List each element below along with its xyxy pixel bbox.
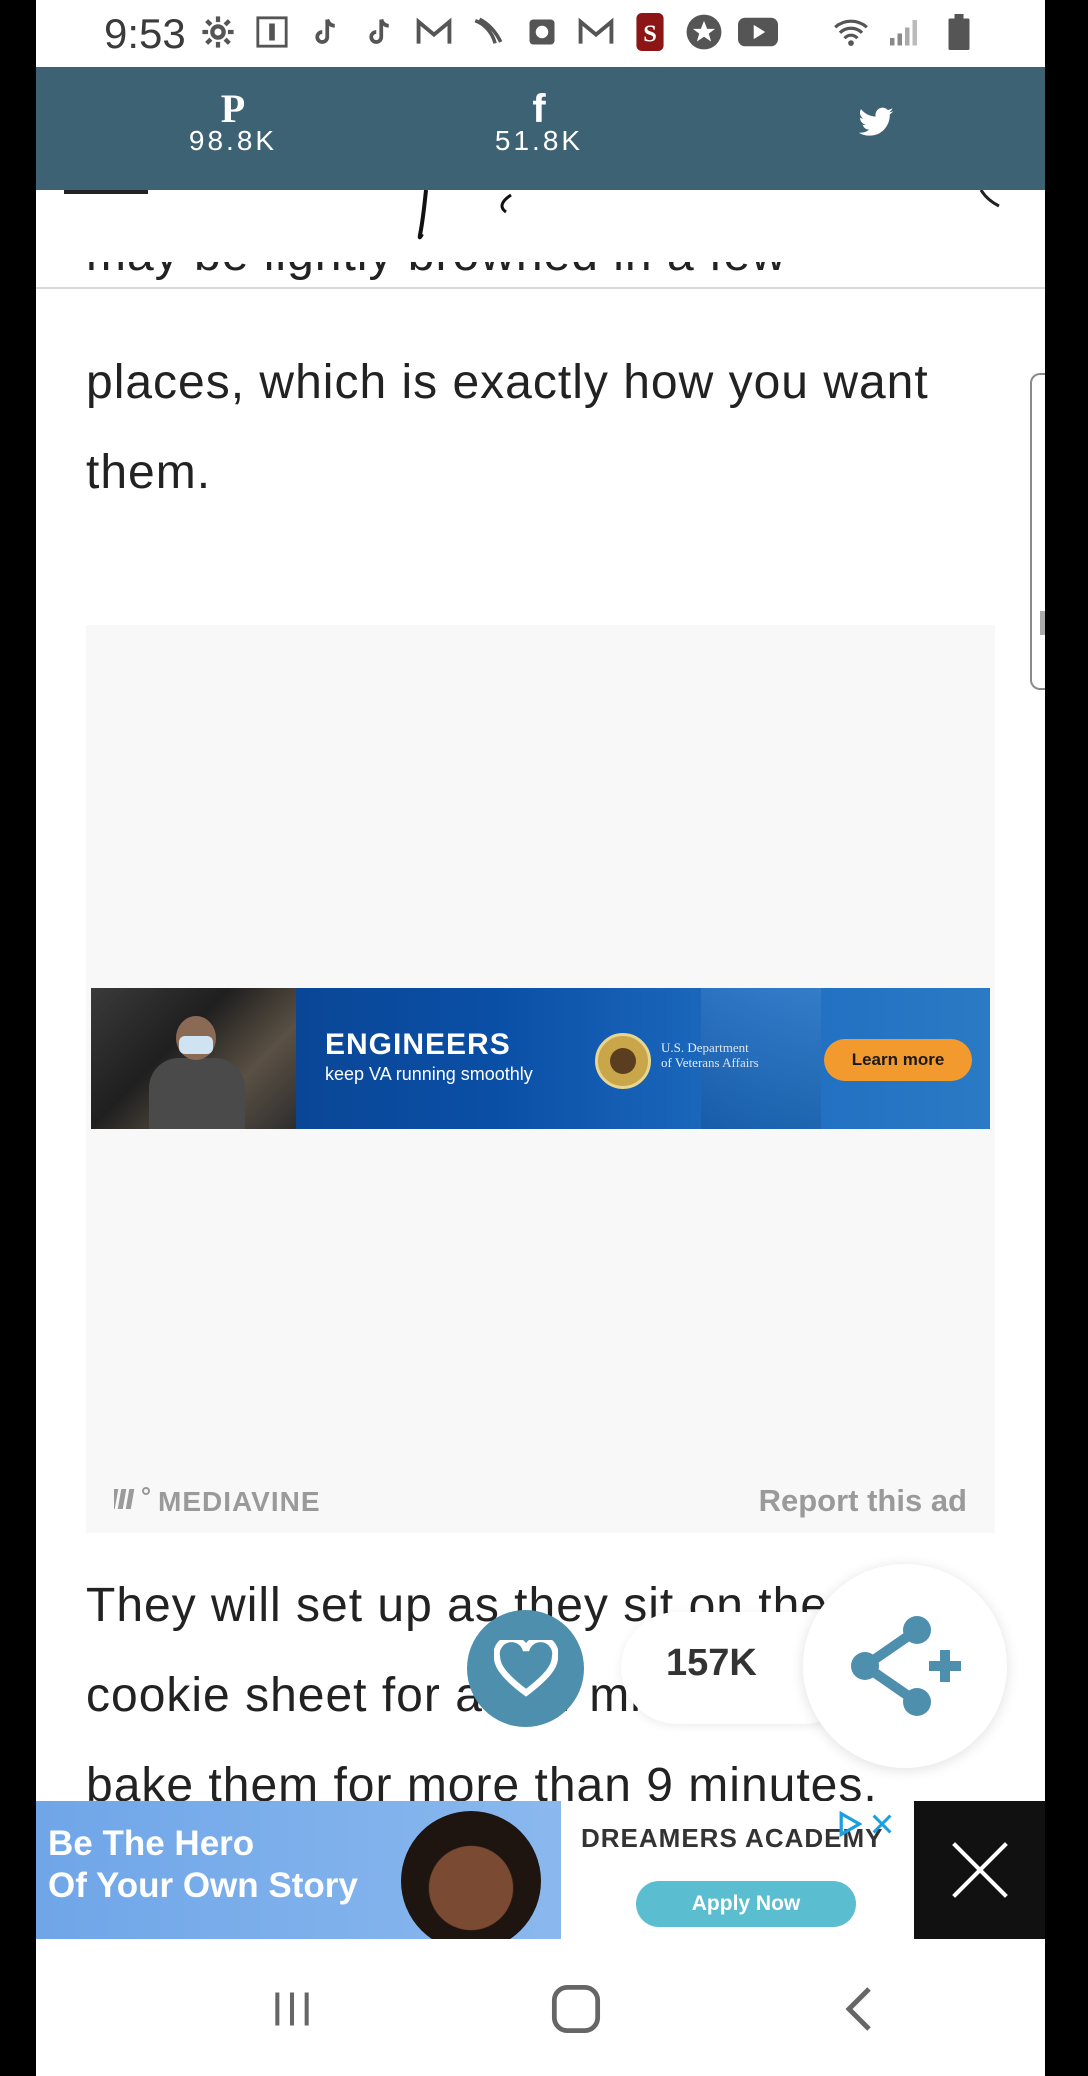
notification-icons: S [198,12,778,52]
favorite-button[interactable] [467,1610,584,1727]
menu-icon[interactable] [64,190,148,194]
phone-frame: 9:53 S P 98.8K f 51.8K places, which is … [0,0,1088,2076]
recent-apps-button[interactable] [262,1979,322,2039]
home-button[interactable] [546,1979,606,2039]
home-icon [551,1984,601,2034]
display-ad-container: ENGINEERS keep VA running smoothly U.S. … [86,625,995,1533]
stanford-icon: S [630,12,670,52]
screen: 9:53 S P 98.8K f 51.8K places, which is … [36,0,1045,2076]
info-box-icon [252,12,292,52]
scrollbar[interactable] [1030,373,1045,690]
heart-icon [493,1639,558,1697]
close-icon [951,1842,1008,1898]
recent-apps-icon [275,1992,309,2026]
back-button[interactable] [829,1979,889,2039]
wifi-icon [831,12,871,52]
ad-person-photo [401,1811,541,1939]
ad-person [149,1058,245,1129]
learn-more-button[interactable]: Learn more [824,1039,972,1081]
gear-icon [198,12,238,52]
tiktok-icon [360,12,400,52]
svg-text:S: S [643,20,657,47]
va-seal-icon [595,1033,651,1089]
pinterest-share-button[interactable]: P 98.8K [133,89,333,157]
ad-headline: Be The Hero Of Your Own Story [48,1823,358,1907]
clock-app-icon [522,12,562,52]
gmail-icon [576,12,616,52]
back-icon [845,1987,871,2031]
ad-headline-line: Be The Hero [48,1824,255,1863]
battery-icon [939,12,979,52]
gmail-icon [414,12,454,52]
mediavine-logo: MEDIAVINE [109,1485,321,1518]
facebook-icon: f [532,87,546,131]
report-ad-link[interactable]: Report this ad [759,1483,967,1519]
search-icon[interactable] [979,190,1009,220]
article-paragraph: places, which is exactly how you want th… [86,338,1006,518]
youtube-icon [738,12,778,52]
article-line: places, which is exactly how you want [86,356,929,409]
ad-title: ENGINEERS [325,1028,511,1061]
twitter-share-button[interactable] [776,107,976,144]
signal-icon [885,12,925,52]
system-icons [831,12,979,52]
navigation-bar [36,1939,1045,2076]
close-icon[interactable] [870,1812,894,1836]
mediavine-icon [109,1485,154,1518]
ad-headline-line: Of Your Own Story [48,1866,358,1905]
article-line: them. [86,446,212,499]
ad-photo [91,988,296,1129]
apply-now-button[interactable]: Apply Now [636,1881,856,1927]
social-share-bar: P 98.8K f 51.8K [36,67,1045,190]
ad-background-equipment [701,988,821,1129]
scrollbar-thumb[interactable] [1040,611,1045,635]
mediavine-label: MEDIAVINE [158,1486,321,1517]
site-logo[interactable] [386,190,546,240]
pinterest-icon: P [220,86,246,131]
facebook-count: 51.8K [494,125,584,156]
tiktok-icon [306,12,346,52]
ad-subtitle: keep VA running smoothly [325,1064,533,1084]
sticky-bottom-ad: Be The Hero Of Your Own Story DREAMERS A… [36,1801,1045,1939]
va-engineers-ad[interactable]: ENGINEERS keep VA running smoothly U.S. … [91,988,990,1129]
facebook-share-button[interactable]: f 51.8K [439,89,639,157]
share-plus-icon [851,1616,961,1716]
dreamers-academy-ad[interactable]: Be The Hero Of Your Own Story DREAMERS A… [36,1801,914,1939]
article-partial-line: may be lightly browned in a few [86,262,1006,292]
ad-person-mask [179,1036,213,1054]
pinterest-count: 98.8K [188,125,278,156]
status-time: 9:53 [104,10,186,57]
status-bar: 9:53 S [36,0,1045,67]
adchoices-icon[interactable] [836,1811,862,1837]
share-button[interactable] [803,1564,1007,1768]
sprint-icon [468,12,508,52]
ad-hero-panel: Be The Hero Of Your Own Story [36,1801,561,1939]
twitter-icon [858,107,894,136]
share-count: 157K [666,1642,757,1684]
star-circle-icon [684,12,724,52]
ad-choices[interactable] [836,1811,896,1837]
close-ad-button[interactable] [914,1801,1045,1939]
